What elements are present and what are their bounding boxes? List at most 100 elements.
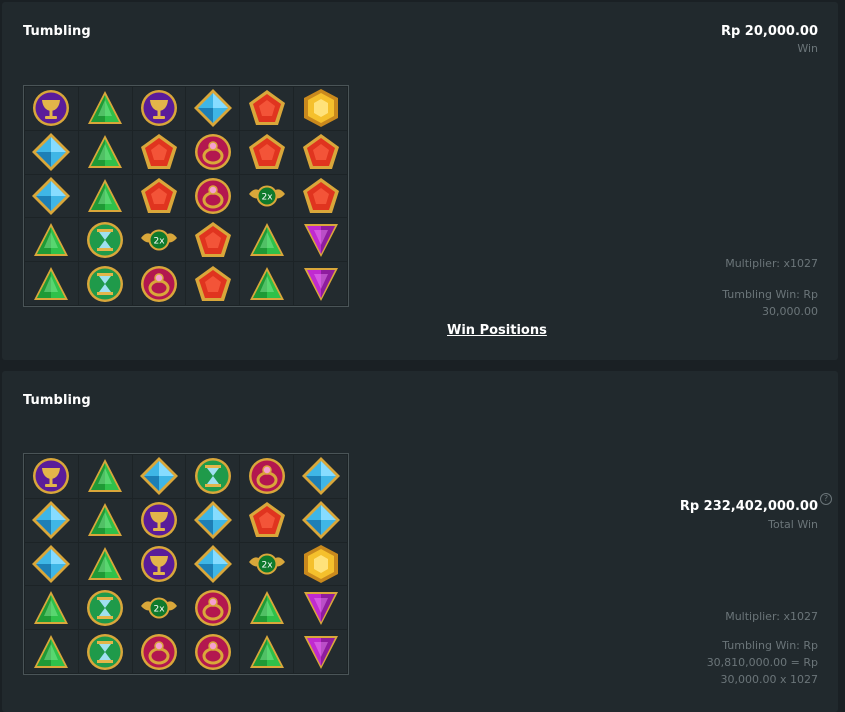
blue-diamond-icon (31, 132, 71, 172)
help-icon[interactable]: ? (820, 493, 832, 505)
grid-cell (186, 455, 240, 498)
grid-cell (78, 586, 132, 630)
grid-cell (132, 130, 186, 174)
grid-cell (186, 586, 240, 630)
grid-cell (294, 455, 347, 498)
grid-cell: 2x (240, 174, 294, 218)
hourglass-icon (85, 632, 125, 672)
green-triangle-icon (31, 220, 71, 260)
grid-cell (132, 455, 186, 498)
grid-cell (25, 130, 78, 174)
red-pentagon-icon (301, 132, 341, 172)
grid-cell (294, 262, 347, 305)
grid-cell (240, 87, 294, 130)
green-triangle-icon (31, 588, 71, 628)
green-triangle-icon (31, 264, 71, 304)
grid-cell (132, 87, 186, 130)
grid-cell (186, 630, 240, 673)
blue-diamond-icon (31, 176, 71, 216)
grid-cell (240, 498, 294, 542)
multiplier-icon: 2x (247, 176, 287, 216)
grid-cell (294, 630, 347, 673)
grid-cell (78, 455, 132, 498)
grid-cell (78, 630, 132, 673)
total-win-amount: Rp 232,402,000.00 (679, 499, 818, 514)
red-pentagon-icon (301, 176, 341, 216)
green-triangle-icon (85, 456, 125, 496)
grid-cell (294, 586, 347, 630)
ring-icon (139, 264, 179, 304)
hourglass-icon (193, 456, 233, 496)
grid-cell (240, 130, 294, 174)
green-triangle-icon (85, 544, 125, 584)
win-label: Win (797, 42, 818, 55)
grid-cell (294, 174, 347, 218)
round-title: Tumbling (23, 24, 91, 39)
grid-cell: 2x (240, 542, 294, 586)
svg-text:2x: 2x (154, 236, 166, 246)
grid-cell (294, 218, 347, 262)
grid-cell (25, 174, 78, 218)
red-pentagon-icon (193, 264, 233, 304)
multiplier-text: Multiplier: x1027 (725, 610, 818, 623)
tumbling-win-line3: 30,000.00 x 1027 (720, 673, 818, 686)
grid-cell (132, 174, 186, 218)
blue-diamond-icon (193, 88, 233, 128)
gold-hexagon-icon (301, 544, 341, 584)
hourglass-icon (85, 264, 125, 304)
svg-text:2x: 2x (261, 560, 273, 570)
grid-cell (186, 130, 240, 174)
grid-cell (78, 130, 132, 174)
grid-cell (25, 630, 78, 673)
grid-cell (78, 542, 132, 586)
grid-cell (186, 262, 240, 305)
multiplier-text: Multiplier: x1027 (725, 257, 818, 270)
ring-icon (193, 632, 233, 672)
grid-cell (25, 87, 78, 130)
grid-cell: 2x (132, 586, 186, 630)
grid-cell (186, 498, 240, 542)
tumbling-win-line1: Tumbling Win: Rp (722, 288, 818, 301)
blue-diamond-icon (31, 500, 71, 540)
purple-triangle-icon (301, 588, 341, 628)
grid-cell (240, 455, 294, 498)
round-title: Tumbling (23, 393, 91, 408)
grid-cell (25, 586, 78, 630)
grid-cell (240, 218, 294, 262)
gold-hexagon-icon (301, 88, 341, 128)
blue-diamond-icon (193, 500, 233, 540)
grid-cell (240, 262, 294, 305)
hourglass-icon (85, 220, 125, 260)
reel-grid: 2x 2x (23, 85, 349, 307)
grid-cell (186, 218, 240, 262)
grid-cell (78, 87, 132, 130)
grid-cell (294, 87, 347, 130)
ring-icon (193, 132, 233, 172)
grid-cell (186, 87, 240, 130)
grid-cell (294, 542, 347, 586)
red-pentagon-icon (247, 500, 287, 540)
hourglass-icon (85, 588, 125, 628)
red-pentagon-icon (247, 132, 287, 172)
green-triangle-icon (85, 176, 125, 216)
green-triangle-icon (247, 588, 287, 628)
green-triangle-icon (85, 132, 125, 172)
grid-cell (240, 586, 294, 630)
chalice-icon (139, 88, 179, 128)
grid-cell (294, 498, 347, 542)
chalice-icon (139, 500, 179, 540)
chalice-icon (31, 456, 71, 496)
total-win-label: Total Win (768, 518, 818, 531)
purple-triangle-icon (301, 264, 341, 304)
red-pentagon-icon (139, 132, 179, 172)
blue-diamond-icon (193, 544, 233, 584)
win-positions-link[interactable]: Win Positions (447, 323, 547, 338)
chalice-icon (139, 544, 179, 584)
grid-cell (78, 174, 132, 218)
grid-cell (78, 218, 132, 262)
tumble-round-panel-2: Tumbling 2x 2x Rp 232,402,000.00 ? Total … (2, 371, 838, 712)
grid-cell (186, 174, 240, 218)
grid-cell (25, 218, 78, 262)
blue-diamond-icon (301, 500, 341, 540)
grid-cell (78, 262, 132, 305)
